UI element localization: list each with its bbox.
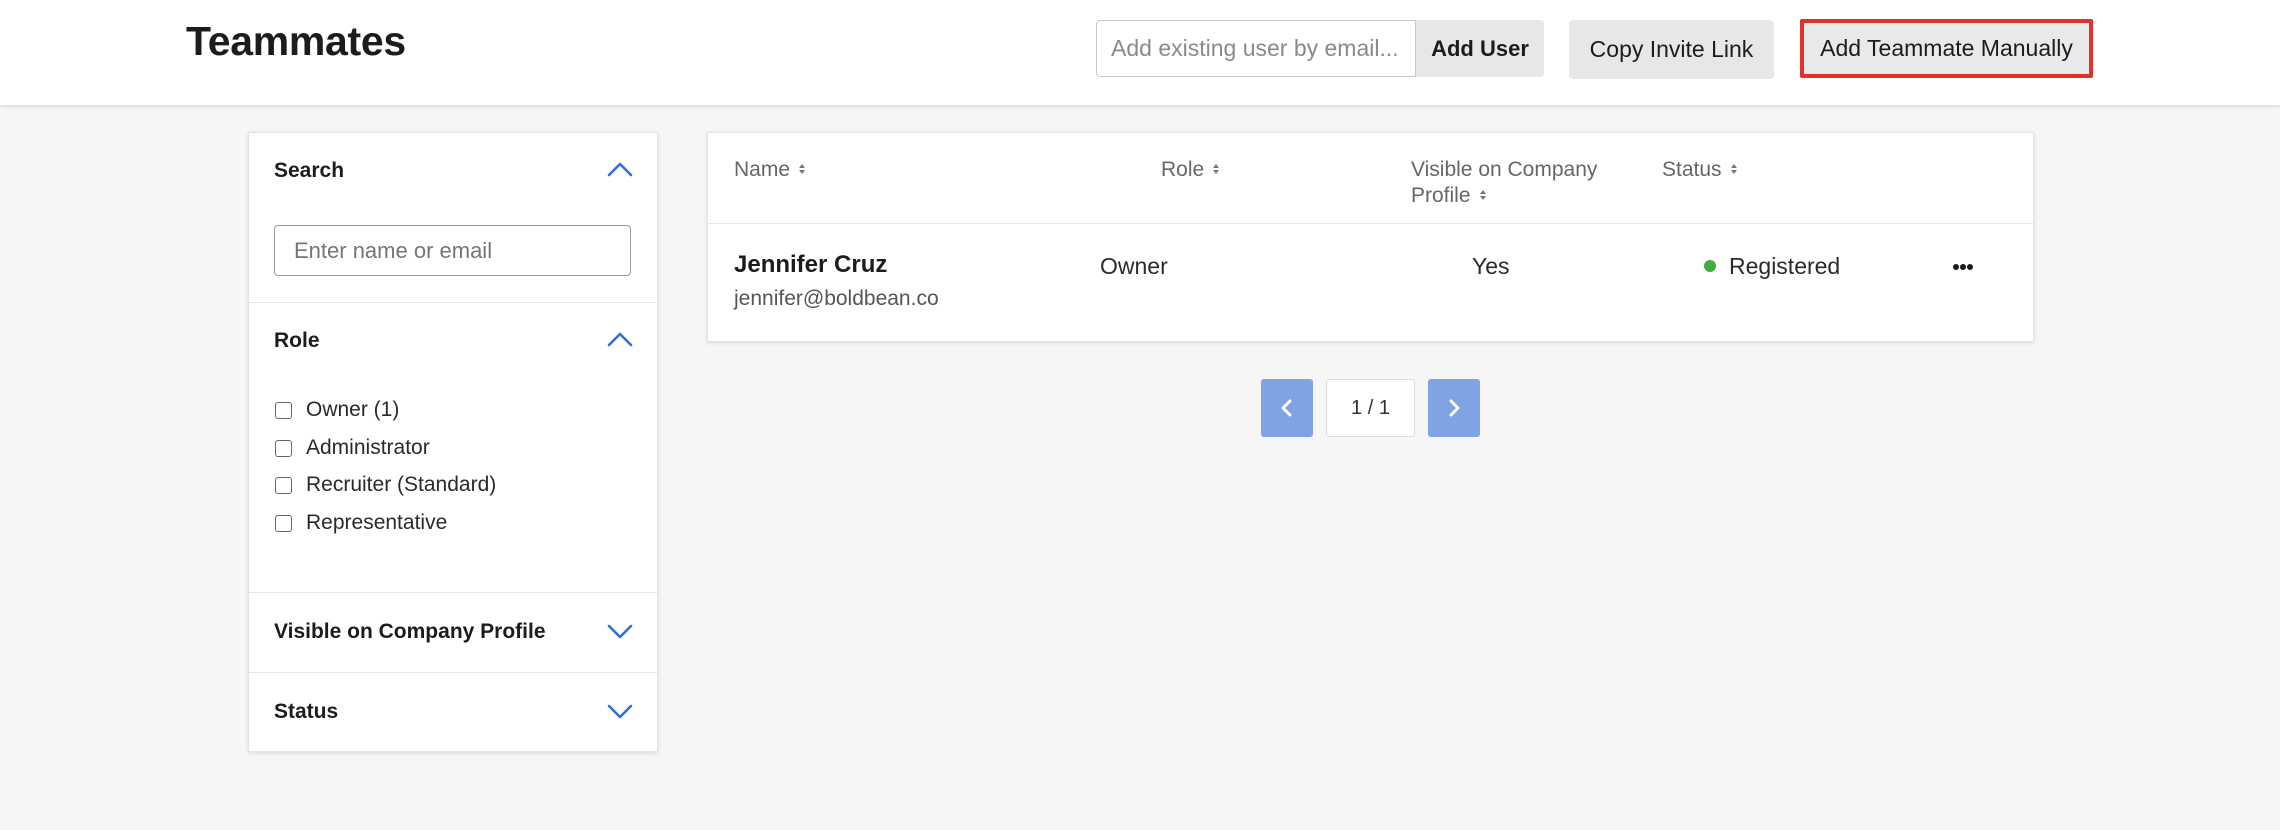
add-user-button[interactable]: Add User [1416,20,1544,77]
teammates-table: Name Role Visible on Company Profile Sta… [707,132,2034,342]
add-user-email-input[interactable] [1096,20,1416,77]
checkbox[interactable] [275,514,292,532]
previous-page-button[interactable] [1261,379,1313,437]
chevron-down-icon[interactable] [607,622,633,640]
column-header-label: Profile [1411,184,1471,207]
user-name: Jennifer Cruz [734,251,888,278]
sort-icon [1213,164,1220,175]
column-header-label: Visible on Company [1411,158,1598,181]
copy-invite-link-button[interactable]: Copy Invite Link [1569,20,1774,79]
header-divider [708,223,2033,224]
sort-icon [1730,164,1737,175]
page-title: Teammates [186,18,406,64]
column-header-label: Role [1161,158,1205,181]
chevron-left-icon [1281,399,1292,417]
column-header-status[interactable]: Status [1662,157,1738,183]
sort-icon [799,164,806,175]
role-filter-heading: Role [274,329,320,352]
visible-filter-section[interactable]: Visible on Company Profile [249,593,657,673]
user-status: Registered [1729,253,1841,279]
search-filter-section: Search [249,133,657,303]
chevron-right-icon [1449,399,1460,417]
role-option-owner[interactable]: Owner (1) [275,397,399,423]
role-option-label: Owner (1) [306,398,400,421]
column-header-role[interactable]: Role [1161,157,1220,183]
role-option-recruiter[interactable]: Recruiter (Standard) [275,472,496,498]
user-email: jennifer@boldbean.co [734,287,939,310]
user-visible: Yes [1472,253,1510,279]
next-page-button[interactable] [1428,379,1480,437]
column-header-label: Status [1662,158,1722,181]
chevron-down-icon[interactable] [607,702,633,720]
column-header-label: Name [734,158,791,181]
status-filter-heading: Status [274,700,339,723]
column-header-name[interactable]: Name [734,157,806,183]
chevron-up-icon[interactable] [607,330,633,348]
more-horizontal-icon[interactable] [1948,257,1978,277]
page-indicator: 1 / 1 [1326,379,1415,437]
role-option-representative[interactable]: Representative [275,510,447,536]
role-option-administrator[interactable]: Administrator [275,435,430,461]
user-role: Owner [1100,253,1168,279]
role-filter-section: Role Owner (1) Administrator Recruiter (… [249,303,657,593]
checkbox[interactable] [275,401,292,419]
status-dot-icon [1704,260,1716,272]
status-filter-section[interactable]: Status [249,673,657,753]
checkbox[interactable] [275,439,292,457]
top-header: Teammates Add User Copy Invite Link Add … [0,0,2280,105]
add-teammate-manually-button[interactable]: Add Teammate Manually [1800,19,2093,78]
sort-icon [1479,190,1486,201]
filters-panel: Search Role Owner (1) Administrator Recr… [248,132,658,752]
search-filter-heading: Search [274,159,345,182]
column-header-visible[interactable]: Visible on Company Profile [1411,157,1597,209]
search-input[interactable] [274,225,631,276]
checkbox[interactable] [275,476,292,494]
chevron-up-icon[interactable] [607,160,633,178]
visible-filter-heading: Visible on Company Profile [274,620,546,643]
role-option-label: Representative [306,511,448,534]
role-option-label: Administrator [306,436,430,459]
role-option-label: Recruiter (Standard) [306,473,497,496]
